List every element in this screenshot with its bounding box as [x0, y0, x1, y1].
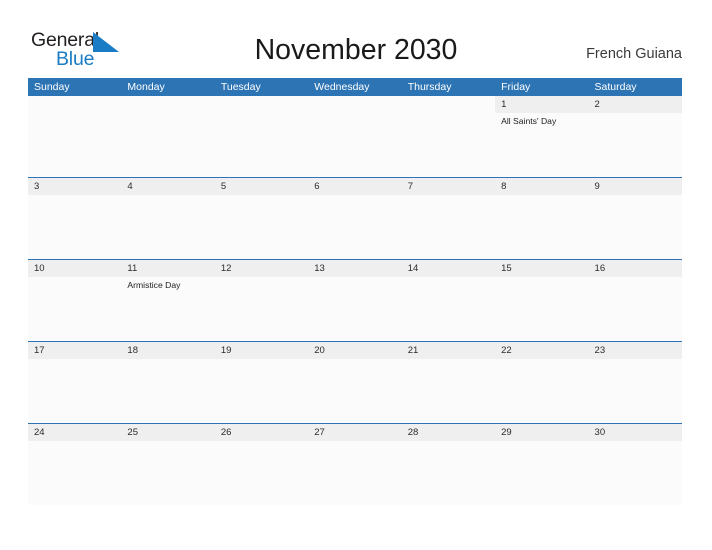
event-cell	[402, 441, 495, 505]
weekday-monday: Monday	[127, 81, 165, 93]
date-cell[interactable]: 9	[588, 178, 682, 195]
week-date-strip: 17 18 19 20 21 22 23	[28, 342, 682, 359]
week-event-strip	[28, 359, 682, 423]
week-date-strip: 10 11 12 13 14 15 16	[28, 260, 682, 277]
week-row: 24 25 26 27 28 29 30	[28, 423, 682, 505]
event-cell	[495, 277, 588, 341]
event-cell: All Saints' Day	[501, 116, 557, 126]
week-row: 3 4 5 6 7 8 9	[28, 177, 682, 259]
date-cell[interactable]: 20	[308, 342, 402, 359]
event-cell	[589, 195, 682, 259]
week-date-strip: 3 4 5 6 7 8 9	[28, 178, 682, 195]
date-cell[interactable]: 4	[121, 178, 215, 195]
weekday-header-row: Sunday Monday Tuesday Wednesday Thursday…	[28, 78, 682, 96]
week-row: 10 11 12 13 14 15 16 Armistice Day	[28, 259, 682, 341]
event-cell	[402, 359, 495, 423]
event-cell	[495, 441, 588, 505]
event-cell	[308, 441, 401, 505]
calendar-grid: Sunday Monday Tuesday Wednesday Thursday…	[28, 78, 682, 505]
date-cell[interactable]: 27	[308, 424, 402, 441]
week-event-strip: Armistice Day	[28, 277, 682, 341]
week-date-strip: 24 25 26 27 28 29 30	[28, 424, 682, 441]
date-cell[interactable]: 22	[495, 342, 589, 359]
date-cell[interactable]: 15	[495, 260, 589, 277]
date-cell[interactable]: 13	[308, 260, 402, 277]
event-cell	[308, 277, 401, 341]
event-cell: Armistice Day	[127, 280, 181, 290]
event-cell	[28, 195, 121, 259]
date-cell[interactable]: 21	[401, 342, 496, 359]
week-event-strip	[28, 195, 682, 259]
date-cell[interactable]: 18	[121, 342, 215, 359]
page-header: General Blue November 2030 French Guiana	[0, 0, 712, 78]
date-cell[interactable]: 14	[401, 260, 496, 277]
weekday-wednesday: Wednesday	[314, 81, 370, 93]
date-cell[interactable]: 2	[588, 96, 682, 113]
date-cell[interactable]	[214, 96, 309, 113]
weekday-thursday: Thursday	[407, 81, 452, 93]
event-cell	[121, 441, 214, 505]
date-cell[interactable]: 5	[214, 178, 309, 195]
date-cell[interactable]: 10	[28, 260, 122, 277]
weekday-sunday: Sunday	[34, 81, 70, 93]
event-cell	[308, 359, 401, 423]
date-cell[interactable]: 11	[121, 260, 215, 277]
date-cell[interactable]: 17	[28, 342, 122, 359]
weekday-friday: Friday	[501, 81, 531, 93]
event-cell	[589, 359, 682, 423]
date-cell[interactable]: 24	[28, 424, 122, 441]
event-cell	[215, 441, 308, 505]
event-cell	[28, 277, 121, 341]
event-cell	[495, 359, 588, 423]
event-cell	[402, 195, 495, 259]
event-cell	[495, 195, 588, 259]
event-cell	[28, 359, 121, 423]
event-cell	[402, 277, 495, 341]
date-cell[interactable]: 16	[588, 260, 682, 277]
event-cell	[308, 113, 401, 177]
event-cell	[589, 113, 682, 177]
date-cell[interactable]: 12	[214, 260, 309, 277]
region-label: French Guiana	[586, 46, 682, 62]
event-cell	[215, 359, 308, 423]
date-cell[interactable]	[308, 96, 402, 113]
event-cell	[215, 195, 308, 259]
week-row: 1 2 All Saints' Day	[28, 96, 682, 177]
date-cell[interactable]: 8	[495, 178, 589, 195]
event-cell	[28, 441, 121, 505]
week-event-strip: All Saints' Day	[28, 113, 682, 177]
week-date-strip: 1 2	[28, 96, 682, 113]
weekday-saturday: Saturday	[594, 81, 637, 93]
date-cell[interactable]	[401, 96, 496, 113]
event-cell	[121, 113, 214, 177]
event-cell	[215, 113, 308, 177]
week-event-strip	[28, 441, 682, 505]
date-cell[interactable]: 25	[121, 424, 215, 441]
date-cell[interactable]: 29	[495, 424, 589, 441]
date-cell[interactable]: 7	[401, 178, 496, 195]
date-cell[interactable]	[28, 96, 122, 113]
event-cell	[589, 441, 682, 505]
date-cell[interactable]: 26	[214, 424, 309, 441]
date-cell[interactable]	[121, 96, 215, 113]
event-cell	[308, 195, 401, 259]
event-cell	[215, 277, 308, 341]
date-cell[interactable]: 23	[588, 342, 682, 359]
event-cell	[28, 113, 121, 177]
weekday-tuesday: Tuesday	[220, 81, 261, 93]
event-cell	[402, 113, 495, 177]
event-cell	[589, 277, 682, 341]
week-row: 17 18 19 20 21 22 23	[28, 341, 682, 423]
event-cell	[121, 359, 214, 423]
date-cell[interactable]: 30	[588, 424, 682, 441]
date-cell[interactable]: 28	[401, 424, 496, 441]
date-cell[interactable]: 3	[28, 178, 122, 195]
date-cell[interactable]: 19	[214, 342, 309, 359]
event-cell	[121, 195, 214, 259]
date-cell[interactable]: 1	[495, 96, 589, 113]
calendar-page: General Blue November 2030 French Guiana…	[0, 0, 712, 550]
date-cell[interactable]: 6	[308, 178, 402, 195]
